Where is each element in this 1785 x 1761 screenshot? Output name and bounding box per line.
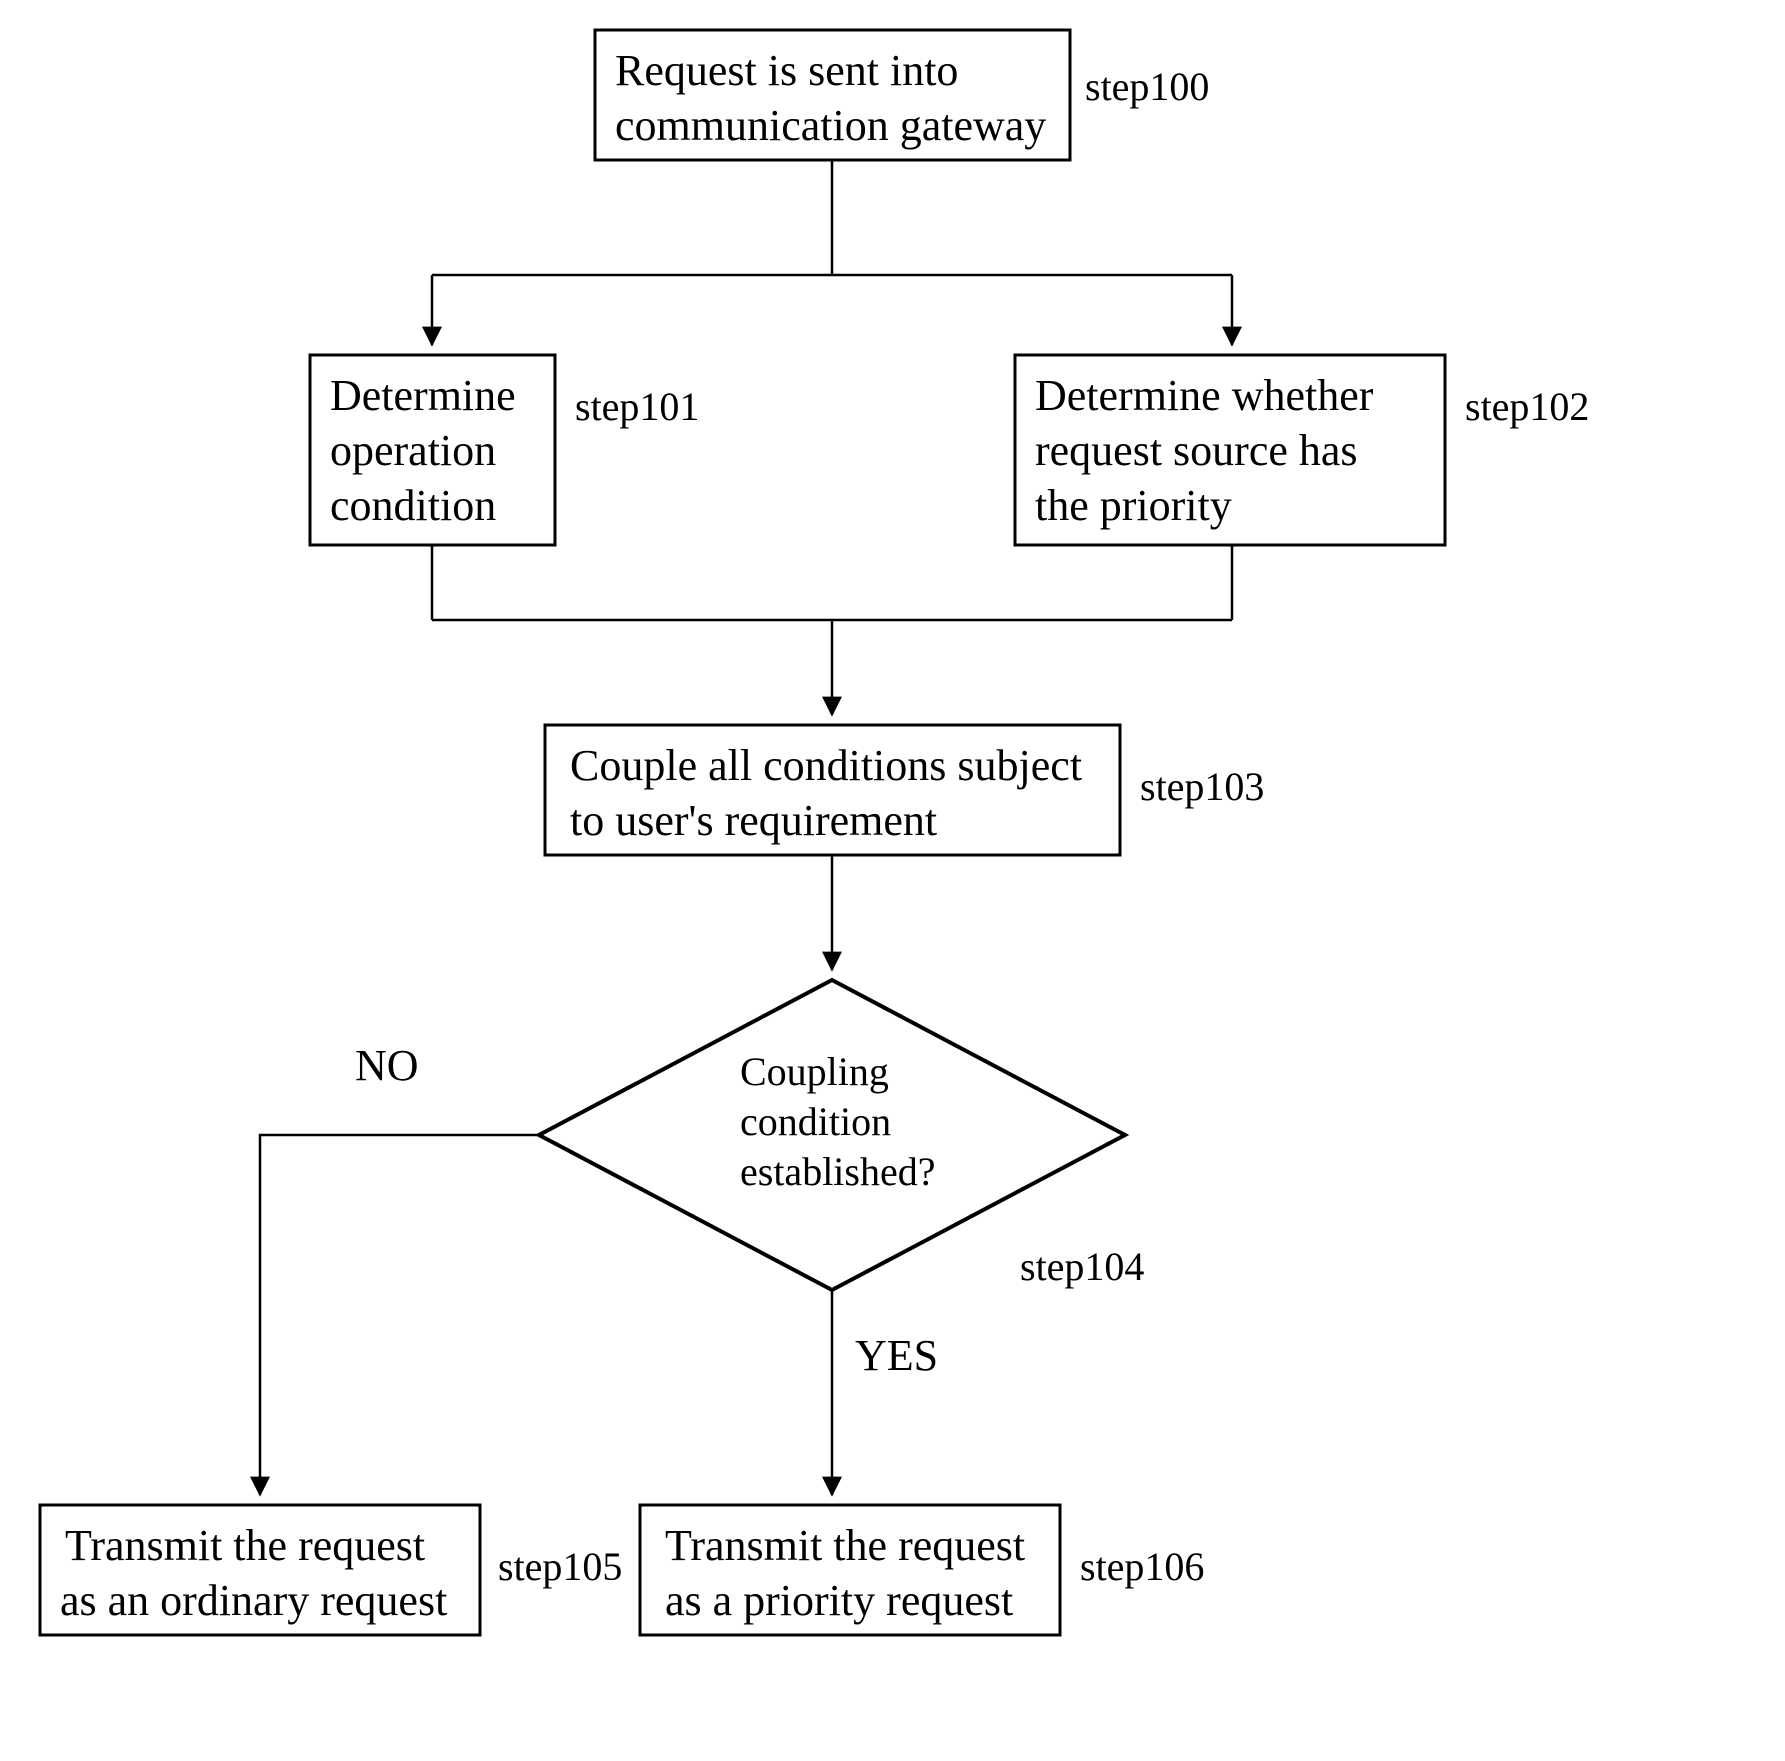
node-step102: Determine whether request source has the… (1015, 355, 1445, 545)
step106-line1: Transmit the request (665, 1521, 1025, 1570)
flowchart-canvas: Request is sent into communication gatew… (0, 0, 1785, 1761)
step104-line3: established? (740, 1149, 936, 1194)
step101-line2: operation (330, 426, 496, 475)
step100-line1: Request is sent into (615, 46, 958, 95)
step102-line2: request source has (1035, 426, 1358, 475)
step106-line2: as a priority request (665, 1576, 1013, 1625)
step101-line1: Determine (330, 371, 516, 420)
node-step103: Couple all conditions subject to user's … (545, 725, 1120, 855)
step103-line2: to user's requirement (570, 796, 937, 845)
node-step100: Request is sent into communication gatew… (595, 30, 1070, 160)
step104-line2: condition (740, 1099, 891, 1144)
step104-label: step104 (1020, 1244, 1144, 1289)
step101-line3: condition (330, 481, 496, 530)
step102-line1: Determine whether (1035, 371, 1374, 420)
edge-yes-label: YES (855, 1331, 938, 1380)
step105-label: step105 (498, 1544, 622, 1589)
edge-no-label: NO (355, 1041, 419, 1090)
step103-line1: Couple all conditions subject (570, 741, 1082, 790)
step103-label: step103 (1140, 764, 1264, 809)
step105-line2: as an ordinary request (60, 1576, 447, 1625)
edge-no (260, 1135, 539, 1495)
step105-line1: Transmit the request (65, 1521, 425, 1570)
node-step106: Transmit the request as a priority reque… (640, 1505, 1060, 1635)
step100-line2: communication gateway (615, 101, 1046, 150)
node-step105: Transmit the request as an ordinary requ… (40, 1505, 480, 1635)
step101-label: step101 (575, 384, 699, 429)
node-step101: Determine operation condition (310, 355, 555, 545)
step102-label: step102 (1465, 384, 1589, 429)
step102-line3: the priority (1035, 481, 1232, 530)
step104-line1: Coupling (740, 1049, 889, 1094)
step106-label: step106 (1080, 1544, 1204, 1589)
step100-label: step100 (1085, 64, 1209, 109)
